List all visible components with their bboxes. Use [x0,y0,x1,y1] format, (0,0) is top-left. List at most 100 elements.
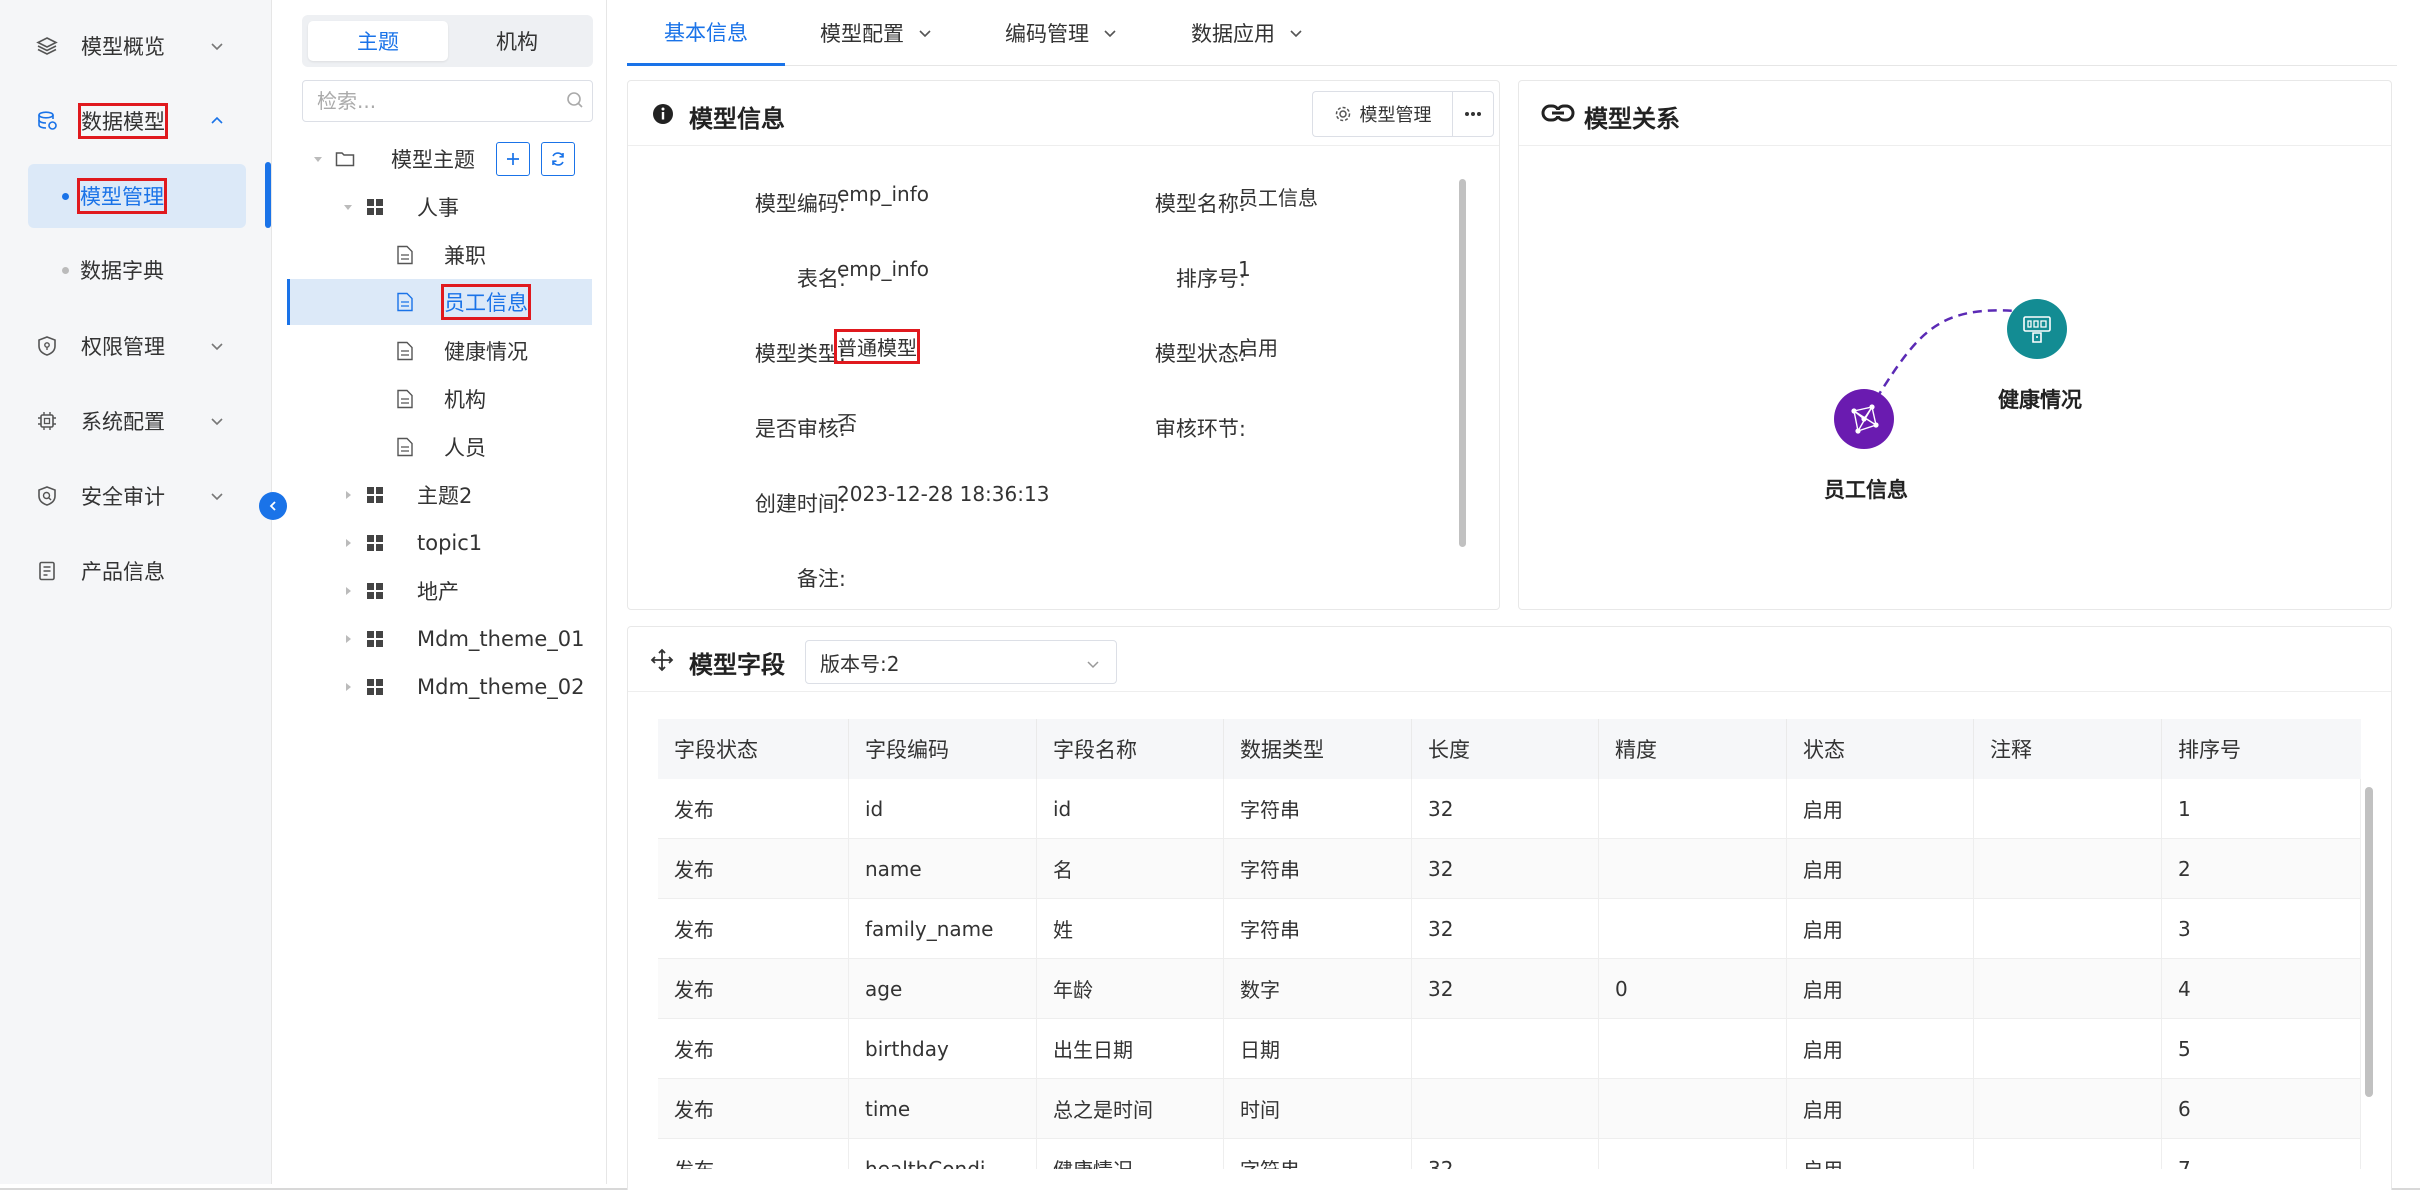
table-cell: 启用 [1787,899,1974,959]
chevron-left-icon [269,501,276,511]
relation-node-employee-info[interactable] [1834,389,1894,449]
sidebar-item-security-audit[interactable]: 安全审计 [0,466,270,526]
chevron-down-icon [207,486,227,506]
field-label: 审核环节: [1154,417,1246,441]
column-header[interactable]: 精度 [1599,719,1787,779]
refresh-tree-button[interactable] [541,142,575,176]
scrollbar[interactable] [1459,179,1466,547]
table-cell: 发布 [658,839,849,899]
version-select-value: 版本号:2 [820,651,900,676]
table-cell [1412,1079,1599,1139]
table-row[interactable]: 发布healthCondi健康情况字符串32 启用 7 [658,1139,2361,1169]
table-cell: 字符串 [1224,779,1412,839]
tab-model-config[interactable]: 模型配置 [820,0,934,66]
model-type-value: 普通模型 [834,329,920,364]
tree-node-topic[interactable]: 地产 [287,568,592,614]
tree-node-label: 模型主题 [391,148,475,172]
file-icon [395,292,415,312]
model-manage-button[interactable]: 模型管理 [1312,91,1452,137]
order-value: 1 [1238,257,1251,281]
chevron-down-icon [207,411,227,431]
table-row[interactable]: 发布 id id 字符串 32 启用 1 [658,779,2361,839]
tree-node-leaf[interactable]: 兼职 [287,232,592,278]
tab-label: 编码管理 [1005,22,1089,46]
tree-node-employee-info[interactable]: 员工信息 [287,279,592,325]
table-cell: 6 [2162,1079,2361,1139]
column-header[interactable]: 字段状态 [658,719,849,779]
chevron-down-icon [1287,24,1305,42]
table-cell [1974,1079,2162,1139]
sidebar-item-product-info[interactable]: 产品信息 [0,541,270,601]
table-cell: 发布 [658,899,849,959]
version-select[interactable]: 版本号:2 [805,640,1117,684]
sidebar-item-system-config[interactable]: 系统配置 [0,391,270,451]
table-cell: 启用 [1787,1139,1974,1169]
tree-node-label: Mdm_theme_01 [417,627,585,651]
field-label: 是否审核: [754,417,846,441]
table-cell: 32 [1412,1139,1599,1169]
app-window: 模型概览 数据模型 模型管理 数据字典 权限管理 系统配置 安全审计 产品信息 … [0,0,2420,1190]
column-header[interactable]: 数据类型 [1224,719,1412,779]
gear-icon [1335,106,1350,122]
tree-node-leaf[interactable]: 机构 [287,376,592,422]
file-icon [395,437,415,457]
tree-node-topic[interactable]: Mdm_theme_02 [287,664,592,710]
audit-value: 否 [837,411,857,435]
table-cell: name [849,839,1037,899]
tree-search-input[interactable] [302,80,593,122]
plus-icon [507,153,519,165]
card-title: 模型信息 [689,105,785,133]
table-row[interactable]: 发布 time 总之是时间 时间 启用 6 [658,1079,2361,1139]
sidebar-item-data-model[interactable]: 数据模型 [0,91,270,151]
tree-node-topic[interactable]: topic1 [287,520,592,566]
tree-node-label: 地产 [417,580,459,604]
collapse-sidebar-button[interactable] [259,492,287,520]
chevron-down-icon [916,24,934,42]
caret-right-icon [340,583,356,599]
tab-code-management[interactable]: 编码管理 [1005,0,1119,66]
shield-icon [35,334,59,358]
tab-data-application[interactable]: 数据应用 [1191,0,1305,66]
tree-node-leaf[interactable]: 人员 [287,424,592,470]
tree-node-topic[interactable]: Mdm_theme_01 [287,616,592,662]
sidebar-item-model-overview[interactable]: 模型概览 [0,16,270,76]
scrollbar[interactable] [2365,787,2373,1097]
submenu-data-dictionary[interactable]: 数据字典 [28,238,246,302]
tree-node-label: 健康情况 [444,340,528,364]
tree-node-label: topic1 [417,531,483,555]
more-actions-button[interactable] [1452,91,1494,137]
column-header[interactable]: 注释 [1974,719,2162,779]
tab-label: 模型配置 [820,22,904,46]
table-cell: 5 [2162,1019,2361,1079]
tree-node-hr[interactable]: 人事 [287,184,592,230]
table-row[interactable]: 发布 family_name 姓字符串 32 启用 3 [658,899,2361,959]
created-time-value: 2023-12-28 18:36:13 [837,482,1050,506]
tree-node-label: 人员 [444,436,486,460]
tree-node-leaf[interactable]: 健康情况 [287,328,592,374]
tab-org[interactable]: 机构 [447,21,587,61]
more-icon [1465,112,1481,116]
tab-topic[interactable]: 主题 [308,21,448,61]
submenu-model-management[interactable]: 模型管理 [28,164,246,228]
table-row[interactable]: 发布 birthday 出生日期 日期 启用 5 [658,1019,2361,1079]
table-cell: id [1037,779,1224,839]
column-header[interactable]: 字段名称 [1037,719,1224,779]
relation-node-health[interactable] [2007,299,2067,359]
device-icon [2023,316,2051,343]
sidebar-item-permission[interactable]: 权限管理 [0,316,270,376]
table-row[interactable]: 发布 name 名字符串 32 启用 2 [658,839,2361,899]
tab-basic-info[interactable]: 基本信息 [627,0,785,66]
table-cell: 发布 [658,959,849,1019]
tree-node-topic[interactable]: 主题2 [287,472,592,518]
column-header[interactable]: 字段编码 [849,719,1037,779]
table-cell: 日期 [1224,1019,1412,1079]
column-header[interactable]: 长度 [1412,719,1599,779]
audit-icon [35,484,59,508]
model-code-value: emp_info [837,182,929,206]
table-row[interactable]: 发布 age 年龄 数字 32 0 启用 4 [658,959,2361,1019]
add-node-button[interactable] [496,142,530,176]
table-cell: 发布 [658,1079,849,1139]
table-cell: 启用 [1787,1079,1974,1139]
column-header[interactable]: 排序号 [2162,719,2361,779]
column-header[interactable]: 状态 [1787,719,1974,779]
